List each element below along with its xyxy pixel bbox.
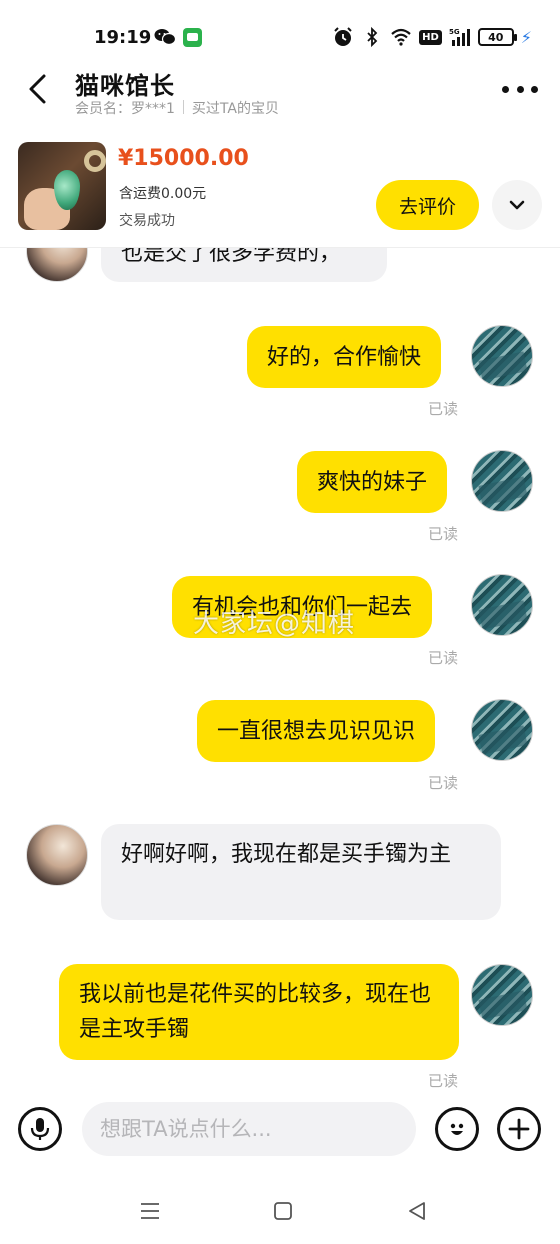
product-price: ¥15000.00	[118, 146, 249, 171]
emoji-button[interactable]	[435, 1107, 479, 1151]
back-triangle-icon	[409, 1202, 425, 1220]
review-button[interactable]: 去评价	[376, 180, 479, 230]
microphone-icon	[30, 1118, 50, 1140]
back-icon[interactable]	[22, 72, 56, 106]
chevron-down-icon	[509, 200, 525, 210]
trade-status: 交易成功	[119, 213, 175, 229]
purchased-link[interactable]: 买过TA的宝贝	[192, 98, 279, 118]
input-bar	[0, 1090, 560, 1170]
voice-button[interactable]	[18, 1107, 62, 1151]
battery-icon: 40	[477, 28, 517, 46]
shop-name[interactable]: 猫咪馆长	[75, 66, 175, 101]
message-bubble[interactable]: 也是交了很多学费的，	[101, 248, 387, 282]
menu-icon	[141, 1203, 159, 1219]
read-status: 已读	[428, 774, 459, 792]
add-button[interactable]	[497, 1107, 541, 1151]
product-card[interactable]: ¥15000.00 含运费0.00元 交易成功 去评价	[0, 132, 560, 248]
hd-icon: HD	[419, 29, 442, 45]
plus-icon	[508, 1118, 530, 1140]
wifi-icon	[391, 28, 411, 46]
bluetooth-icon	[367, 26, 378, 48]
my-avatar[interactable]	[471, 574, 533, 636]
divider	[182, 100, 184, 114]
home-square-icon	[274, 1202, 292, 1220]
status-icons: HD 5G 40 ⚡	[332, 25, 532, 49]
message-bubble[interactable]: 好啊好啊，我现在都是买手镯为主	[101, 824, 501, 920]
read-status: 已读	[428, 400, 459, 418]
signal-icon: 5G	[449, 28, 470, 46]
more-options-icon[interactable]	[502, 82, 538, 96]
seller-avatar[interactable]	[26, 248, 88, 282]
system-nav-bar	[0, 1180, 560, 1244]
menu-nav-button[interactable]	[135, 1196, 165, 1226]
back-nav-button[interactable]	[402, 1196, 432, 1226]
my-avatar[interactable]	[471, 964, 533, 1026]
seller-avatar[interactable]	[26, 824, 88, 886]
read-status: 已读	[428, 1072, 459, 1090]
my-avatar[interactable]	[471, 450, 533, 512]
svg-text:5G: 5G	[449, 28, 460, 36]
charging-icon: ⚡	[520, 27, 532, 47]
message-list[interactable]: 也是交了很多学费的， 好的，合作愉快 已读 爽快的妹子 已读 有机会也和你们一起…	[0, 248, 560, 1090]
status-bar: 19:19 HD 5G 40 ⚡	[0, 0, 560, 70]
message-bubble[interactable]: 爽快的妹子	[297, 451, 448, 513]
my-avatar[interactable]	[471, 325, 533, 387]
message-bubble[interactable]: 有机会也和你们一起去	[172, 576, 433, 638]
message-bubble[interactable]: 一直很想去见识见识	[197, 700, 436, 762]
shop-subtitle: 会员名：罗***1 买过TA的宝贝	[75, 98, 279, 118]
alarm-icon	[334, 27, 352, 46]
expand-button[interactable]	[492, 180, 542, 230]
read-status: 已读	[428, 649, 459, 667]
read-status: 已读	[428, 525, 459, 543]
shipping-fee: 含运费0.00元	[119, 186, 207, 202]
message-icon	[183, 28, 202, 47]
member-name: 会员名：罗***1	[75, 101, 175, 117]
message-bubble[interactable]: 我以前也是花件买的比较多，现在也是主攻手镯	[59, 964, 459, 1060]
home-nav-button[interactable]	[268, 1196, 298, 1226]
status-time: 19:19	[94, 27, 152, 48]
message-bubble[interactable]: 好的，合作愉快	[247, 326, 442, 388]
wechat-icon	[154, 29, 176, 46]
chat-header: 猫咪馆长 会员名：罗***1 买过TA的宝贝	[0, 62, 560, 122]
emoji-icon	[450, 1123, 464, 1135]
battery-level: 40	[488, 30, 504, 44]
product-thumbnail[interactable]	[18, 142, 106, 230]
my-avatar[interactable]	[471, 699, 533, 761]
message-input[interactable]	[82, 1102, 416, 1156]
